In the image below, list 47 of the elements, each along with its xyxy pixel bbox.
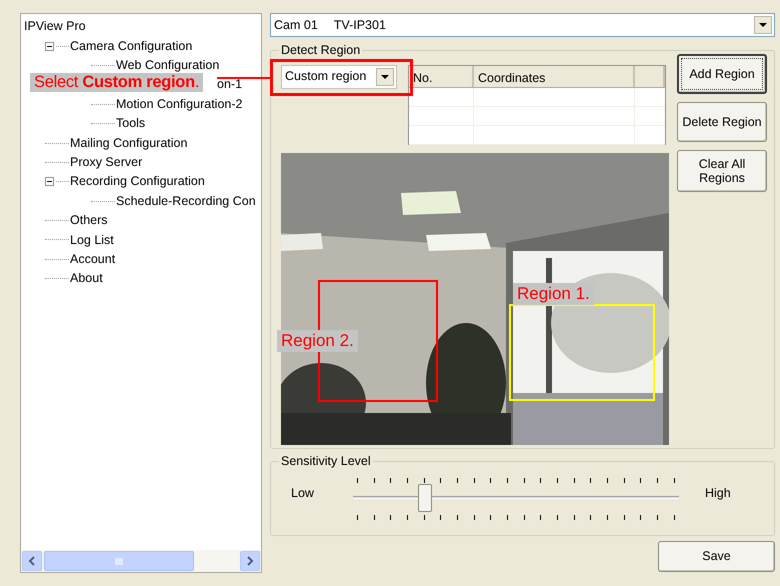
scroll-thumb[interactable] bbox=[44, 551, 194, 571]
column-header[interactable]: No. bbox=[409, 66, 474, 86]
caret-icon bbox=[759, 23, 767, 27]
tree-item[interactable]: Others bbox=[69, 211, 109, 230]
collapse-toggle-icon[interactable] bbox=[45, 42, 54, 51]
region-button[interactable]: Clear All Regions bbox=[677, 150, 767, 192]
region-mode-select[interactable]: Custom region bbox=[281, 64, 397, 88]
region-button[interactable]: Delete Region bbox=[677, 102, 767, 142]
group-label: Sensitivity Level bbox=[279, 452, 373, 468]
caret-icon bbox=[381, 74, 389, 78]
dropdown-button[interactable] bbox=[754, 16, 772, 34]
region-button[interactable]: Add Region bbox=[677, 54, 767, 94]
leader-line bbox=[217, 77, 270, 79]
tree-item[interactable]: Mailing Configuration bbox=[69, 134, 188, 152]
slider-thumb[interactable] bbox=[418, 484, 432, 512]
callout-note: Select Custom region. bbox=[30, 73, 204, 92]
tree-item[interactable]: IPView Pro bbox=[23, 17, 87, 36]
tree-item[interactable]: About bbox=[69, 269, 104, 288]
tree-item[interactable]: Camera Configuration bbox=[69, 36, 194, 56]
save-button[interactable]: Save bbox=[658, 540, 775, 572]
high-label: High bbox=[705, 485, 731, 502]
slider-track[interactable] bbox=[353, 482, 679, 510]
region-label: Region 1. bbox=[513, 282, 594, 304]
horizontal-scrollbar[interactable] bbox=[21, 550, 261, 572]
tree-item[interactable]: Motion Configuration-2 bbox=[115, 94, 244, 114]
camera-model: TV-IP301 bbox=[334, 16, 386, 34]
tree-item[interactable]: Proxy Server bbox=[69, 153, 144, 172]
tree-item[interactable]: on-1 bbox=[216, 75, 244, 94]
column-header[interactable]: Coordinates bbox=[474, 66, 635, 86]
camera-name: Cam 01 bbox=[274, 16, 318, 34]
region-label: Region 2. bbox=[277, 330, 358, 352]
left-chevron-icon bbox=[28, 556, 36, 566]
selected-value: Custom region bbox=[285, 68, 366, 86]
right-chevron-icon bbox=[246, 556, 254, 566]
dropdown-button[interactable] bbox=[376, 68, 394, 86]
tree-item[interactable]: Schedule-Recording Con bbox=[115, 192, 257, 211]
tree-item[interactable]: Web Configuration bbox=[115, 56, 220, 75]
scroll-left-button[interactable] bbox=[22, 551, 42, 571]
tree-item[interactable]: Tools bbox=[115, 114, 146, 134]
camera-select[interactable]: Cam 01 TV-IP301 bbox=[270, 13, 775, 37]
tree-item[interactable]: Recording Configuration bbox=[69, 172, 206, 192]
tree-item[interactable]: Account bbox=[69, 250, 116, 269]
collapse-toggle-icon[interactable] bbox=[45, 177, 54, 186]
scroll-right-button[interactable] bbox=[240, 551, 260, 571]
tree-item[interactable]: Log List bbox=[69, 230, 115, 250]
low-label: Low bbox=[291, 485, 315, 502]
grip-icon bbox=[115, 558, 123, 564]
